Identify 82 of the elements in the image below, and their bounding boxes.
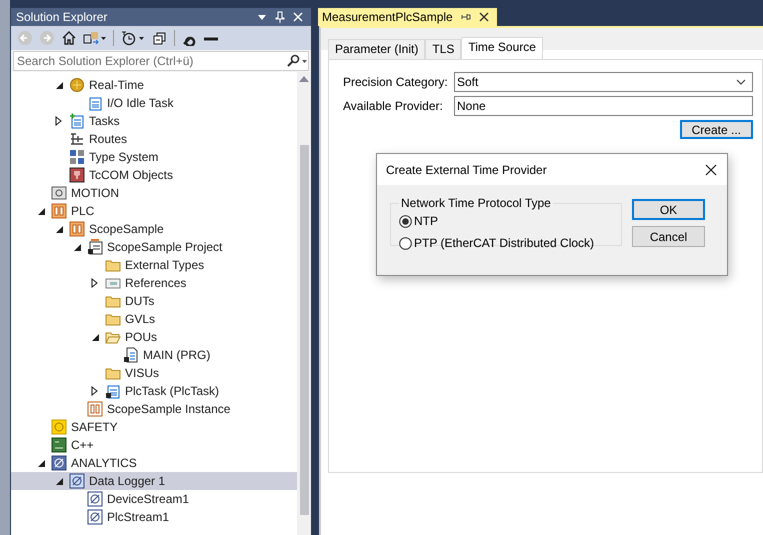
pin-icon[interactable] <box>460 12 471 22</box>
tree-task-list-icon <box>69 113 85 129</box>
collapsed-icon[interactable] <box>91 278 99 288</box>
tree-item[interactable]: ScopeSample Instance <box>11 400 297 418</box>
tree-item[interactable]: GVLs <box>11 310 297 328</box>
tree-item[interactable]: ScopeSample <box>11 220 297 238</box>
tree-item[interactable]: PlcTask (PlcTask) <box>11 382 297 400</box>
tree-network-icon <box>69 131 85 147</box>
history-dropdown-icon[interactable] <box>120 30 146 46</box>
ok-button[interactable]: OK <box>632 199 705 220</box>
tree-item[interactable]: Routes <box>11 130 297 148</box>
tree-item[interactable]: Data Logger 1 <box>11 472 297 490</box>
document-tab[interactable]: MeasurementPlcSample <box>318 8 497 26</box>
scroll-up-icon[interactable] <box>299 76 309 82</box>
tab[interactable]: Time Source <box>461 37 543 59</box>
tab[interactable]: Parameter (Init) <box>328 39 426 59</box>
scrollbar-thumb[interactable] <box>300 145 308 515</box>
sync-dropdown-icon[interactable] <box>83 30 107 46</box>
tree-item[interactable]: Type System <box>11 148 297 166</box>
tree-item[interactable]: External Types <box>11 256 297 274</box>
tree-item[interactable]: VISUs <box>11 364 297 382</box>
tree-cpp-icon <box>51 437 67 453</box>
tree-task-icon <box>87 95 103 111</box>
cancel-button[interactable]: Cancel <box>632 226 705 247</box>
input-field[interactable]: None <box>454 96 753 116</box>
tree-item[interactable]: TcCOM Objects <box>11 166 297 184</box>
tab[interactable]: TLS <box>425 39 462 59</box>
tree-item[interactable]: C++ <box>11 436 297 454</box>
tree-item[interactable]: Tasks <box>11 112 297 130</box>
collapse-all-icon[interactable] <box>152 30 168 46</box>
tree-blocks-icon <box>69 149 85 165</box>
tree-item[interactable]: References <box>11 274 297 292</box>
field-label: Precision Category: <box>343 75 449 89</box>
tree-project-icon <box>87 239 103 255</box>
expanded-icon[interactable] <box>36 206 46 216</box>
tree-motion-icon <box>51 185 67 201</box>
create-button[interactable]: Create ... <box>680 120 753 139</box>
tree-item[interactable]: PLC <box>11 202 297 220</box>
radio-button[interactable] <box>399 214 412 228</box>
group-title: Network Time Protocol Type <box>400 196 552 210</box>
tree-item[interactable]: DeviceStream1 <box>11 490 297 508</box>
expanded-icon[interactable] <box>90 332 100 342</box>
expanded-icon[interactable] <box>54 476 64 486</box>
tree-plc-icon <box>51 203 67 219</box>
radio-button[interactable] <box>399 236 412 250</box>
tree-item[interactable]: Real-Time <box>11 76 297 94</box>
expanded-icon[interactable] <box>54 80 64 90</box>
search-icon[interactable] <box>286 54 308 68</box>
tree-item[interactable]: ScopeSample Project <box>11 238 297 256</box>
tree-item[interactable]: MAIN (PRG) <box>11 346 297 364</box>
field-label: Available Provider: <box>343 99 444 113</box>
tree-item[interactable]: ANALYTICS <box>11 454 297 472</box>
expanded-icon[interactable] <box>54 224 64 234</box>
tree-safety-icon <box>51 419 67 435</box>
search-field[interactable]: Search Solution Explorer (Ctrl+ü) <box>13 51 309 71</box>
tree-item[interactable]: I/O Idle Task <box>11 94 297 112</box>
tree-item[interactable]: SAFETY <box>11 418 297 436</box>
tree-item[interactable]: DUTs <box>11 292 297 310</box>
tree-document-icon <box>123 347 139 363</box>
close-icon[interactable] <box>705 164 717 176</box>
tree-item[interactable]: POUs <box>11 328 297 346</box>
home-icon[interactable] <box>61 30 77 46</box>
tree-item[interactable]: MOTION <box>11 184 297 202</box>
dropdown-icon[interactable] <box>257 12 267 22</box>
tree-gear-icon <box>69 77 85 93</box>
expanded-icon[interactable] <box>36 458 46 468</box>
radio-option[interactable]: PTP (EtherCAT Distributed Clock) <box>399 232 613 254</box>
close-icon[interactable] <box>478 12 489 22</box>
dropdown-field[interactable]: Soft <box>454 72 753 92</box>
expanded-icon[interactable] <box>72 242 82 252</box>
collapsed-icon[interactable] <box>55 116 63 126</box>
tree-plc-icon <box>69 221 85 237</box>
radio-option[interactable]: NTP <box>399 210 613 232</box>
chevron-icon[interactable] <box>736 79 746 85</box>
tree-module-icon <box>69 167 85 183</box>
scrollbar[interactable] <box>297 72 311 535</box>
collapsed-icon[interactable] <box>91 386 99 396</box>
panel-title: Solution Explorer <box>16 10 108 24</box>
tree-item[interactable]: PlcStream1 <box>11 508 297 526</box>
tree-task-icon <box>105 383 121 399</box>
tree-plc-icon <box>87 401 103 417</box>
dialog-title: Create External Time Provider <box>386 162 547 176</box>
